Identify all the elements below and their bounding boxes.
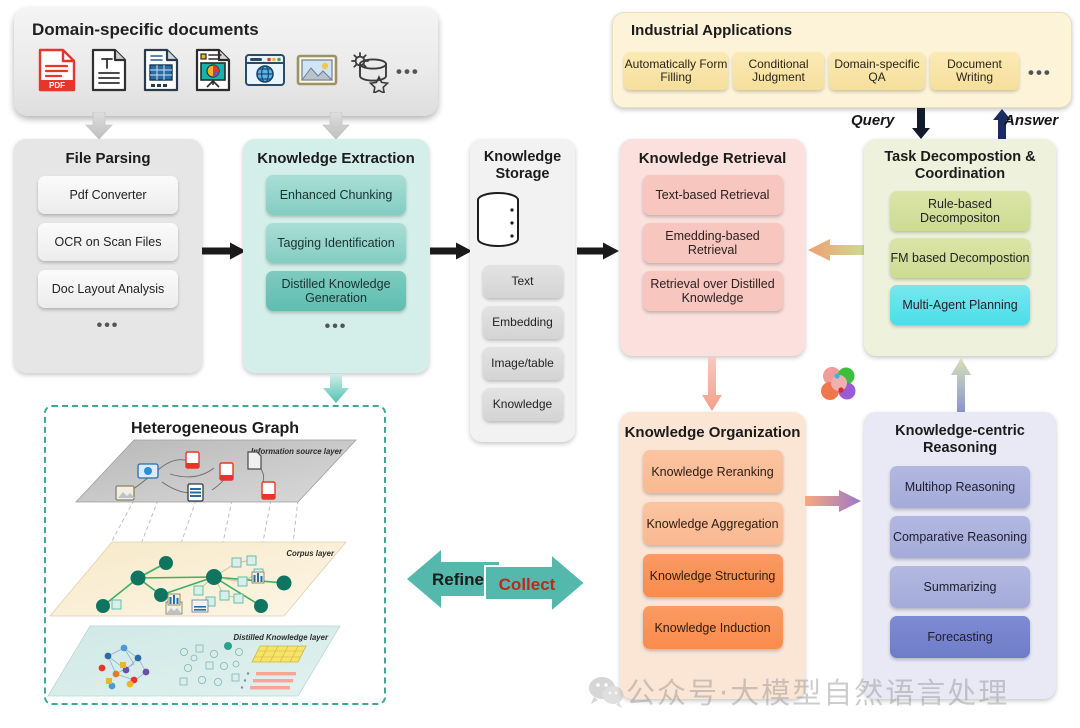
svg-text:Distilled Knowledge layer: Distilled Knowledge layer	[234, 633, 329, 642]
multicolor-brain-icon	[821, 367, 856, 400]
knowledge-storage-item-embedding[interactable]: Embedding	[482, 306, 563, 340]
app-domain-specific-qa[interactable]: Domain-specific QA	[829, 52, 925, 90]
file-parsing-item-doc-layout[interactable]: Doc Layout Analysis	[38, 270, 178, 308]
reasoning-item-summarizing[interactable]: Summarizing	[890, 565, 1030, 608]
knowledge-storage-title: Knowledge Storage	[483, 149, 562, 183]
reasoning-item-comparative[interactable]: Comparative Reasoning	[890, 515, 1030, 558]
arrow-docs-to-knowledge-extraction	[322, 112, 350, 140]
knowledge-storage-panel: Knowledge Storage Text Embedding Image/t…	[470, 139, 575, 442]
image-document-icon	[296, 54, 338, 86]
file-parsing-item-ocr[interactable]: OCR on Scan Files	[38, 223, 178, 261]
knowledge-retrieval-panel: Knowledge Retrieval Text-based Retrieval…	[620, 139, 805, 356]
task-decomposition-title: Task Decompostion & Coordination	[884, 149, 1036, 183]
database-settings-icon	[351, 52, 390, 93]
database-cylinder-icon	[477, 192, 519, 248]
web-page-icon	[245, 54, 285, 86]
arrow-organization-to-reasoning	[805, 490, 861, 512]
svg-text:PDF: PDF	[49, 81, 65, 90]
pdf-document-icon: PDF	[38, 48, 76, 92]
knowledge-storage-item-image-table[interactable]: Image/table	[482, 347, 563, 381]
kc-reasoning-title: Knowledge-centric Reasoning	[895, 423, 1025, 457]
retrieval-item-text-based[interactable]: Text-based Retrieval	[642, 175, 783, 215]
arrow-extraction-to-storage	[430, 242, 472, 260]
file-parsing-more-dots: •••	[96, 317, 120, 334]
documents-panel-title: Domain-specific documents	[32, 20, 259, 39]
task-decomposition-panel: Task Decompostion & Coordination Rule-ba…	[864, 139, 1056, 356]
reasoning-item-multihop[interactable]: Multihop Reasoning	[890, 465, 1030, 508]
knowledge-extraction-item-enhanced-chunking[interactable]: Enhanced Chunking	[266, 175, 406, 215]
organization-item-structuring[interactable]: Knowledge Structuring	[642, 554, 783, 597]
decomposition-item-rule-based[interactable]: Rule-based Decompositon	[890, 190, 1030, 231]
watermark: 公众号·大模型自然语言处理	[586, 665, 1066, 717]
arrow-decomposition-to-retrieval	[808, 239, 864, 261]
refine-label: Refine	[432, 570, 484, 589]
file-parsing-item-pdf-converter[interactable]: Pdf Converter	[38, 176, 178, 214]
query-label: Query	[851, 112, 895, 129]
file-parsing-title: File Parsing	[65, 150, 151, 167]
svg-text:Corpus layer: Corpus layer	[286, 549, 335, 558]
app-conditional-judgment[interactable]: Conditional Judgment	[733, 52, 824, 90]
knowledge-organization-title: Knowledge Organization	[624, 424, 801, 441]
file-parsing-panel: File Parsing Pdf Converter OCR on Scan F…	[14, 139, 202, 373]
retrieval-item-embedding-based[interactable]: Emedding-based Retrieval	[642, 223, 783, 263]
industrial-applications-more-dots: •••	[1028, 63, 1052, 82]
documents-more-dots: •••	[396, 62, 420, 81]
decomposition-item-fm-based[interactable]: FM based Decompostion	[890, 237, 1030, 278]
knowledge-extraction-title: Knowledge Extraction	[257, 150, 415, 167]
knowledge-extraction-more-dots: •••	[324, 318, 348, 335]
collect-label: Collect	[499, 575, 556, 594]
organization-item-induction[interactable]: Knowledge Induction	[642, 606, 783, 649]
arrow-storage-to-retrieval	[577, 242, 619, 260]
arrow-docs-to-file-parsing	[85, 112, 113, 140]
app-automatically-form-filling[interactable]: Automatically Form Filling	[624, 52, 728, 90]
knowledge-centric-reasoning-panel: Knowledge-centric Reasoning Multihop Rea…	[864, 412, 1056, 699]
answer-label: Answer	[1004, 112, 1059, 129]
arrow-file-parsing-to-extraction	[202, 242, 246, 260]
knowledge-storage-item-knowledge[interactable]: Knowledge	[482, 388, 563, 422]
organization-item-aggregation[interactable]: Knowledge Aggregation	[642, 502, 783, 545]
organization-item-reranking[interactable]: Knowledge Reranking	[642, 450, 783, 493]
knowledge-storage-item-text[interactable]: Text	[482, 265, 563, 299]
heterogeneous-graph-figure: Information source layer Corpus layer Di…	[47, 439, 357, 697]
knowledge-extraction-item-distilled-knowledge-generation[interactable]: Distilled Knowledge Generation	[266, 271, 406, 311]
reasoning-item-forecasting[interactable]: Forecasting	[890, 615, 1030, 658]
app-document-writing[interactable]: Document Writing	[930, 52, 1019, 90]
arrow-retrieval-to-organization	[702, 357, 722, 411]
query-arrow-down	[912, 108, 930, 139]
decomposition-item-multi-agent-planning[interactable]: Multi-Agent Planning	[890, 284, 1030, 325]
wechat-icon	[589, 677, 624, 708]
refine-collect-arrows: Refine Collect	[407, 550, 587, 615]
spreadsheet-document-icon	[143, 48, 179, 92]
knowledge-extraction-panel: Knowledge Extraction Enhanced Chunking T…	[243, 139, 429, 373]
knowledge-retrieval-title: Knowledge Retrieval	[638, 150, 787, 167]
knowledge-extraction-item-tagging-identification[interactable]: Tagging Identification	[266, 223, 406, 263]
presentation-document-icon	[195, 48, 231, 92]
retrieval-item-distilled-knowledge[interactable]: Retrieval over Distilled Knowledge	[642, 271, 783, 311]
industrial-applications-title: Industrial Applications	[631, 22, 793, 39]
knowledge-organization-panel: Knowledge Organization Knowledge Reranki…	[620, 412, 805, 699]
text-document-icon	[91, 48, 127, 92]
svg-text:Information source layer: Information source layer	[251, 447, 343, 456]
watermark-text: 公众号·大模型自然语言处理	[626, 676, 1010, 710]
arrow-extraction-to-hetero-graph	[323, 374, 349, 403]
arrow-reasoning-to-decomposition	[951, 358, 971, 413]
